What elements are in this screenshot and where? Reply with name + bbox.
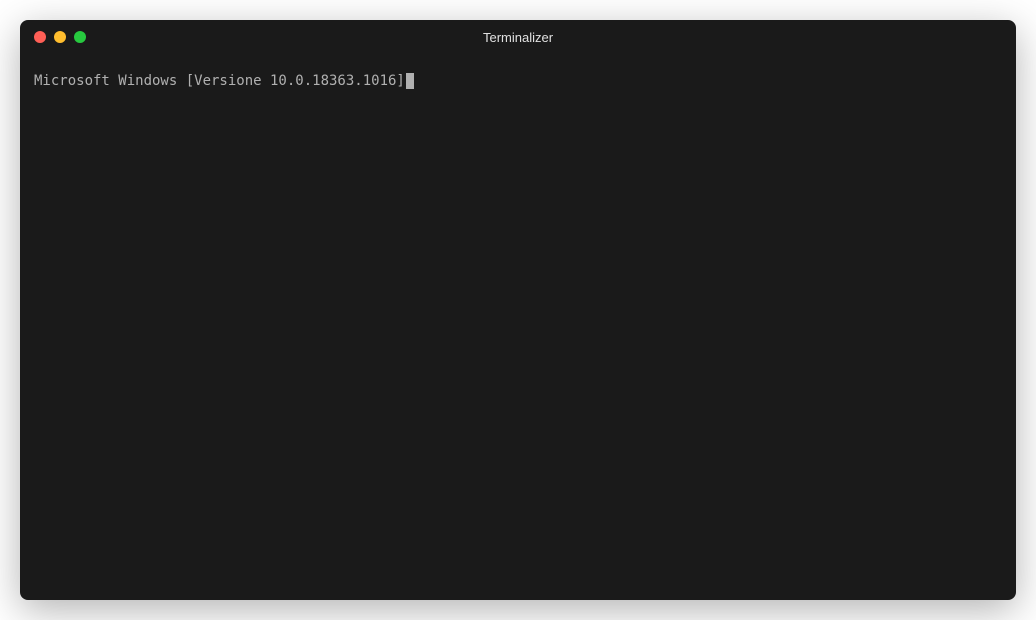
maximize-button[interactable] <box>74 31 86 43</box>
traffic-lights <box>34 31 86 43</box>
close-button[interactable] <box>34 31 46 43</box>
minimize-button[interactable] <box>54 31 66 43</box>
terminal-output-line: Microsoft Windows [Versione 10.0.18363.1… <box>34 73 405 89</box>
terminal-body[interactable]: Microsoft Windows [Versione 10.0.18363.1… <box>20 54 1016 600</box>
title-bar: Terminalizer <box>20 20 1016 54</box>
window-title: Terminalizer <box>483 30 553 45</box>
terminal-window: Terminalizer Microsoft Windows [Versione… <box>20 20 1016 600</box>
cursor-icon <box>406 73 414 89</box>
